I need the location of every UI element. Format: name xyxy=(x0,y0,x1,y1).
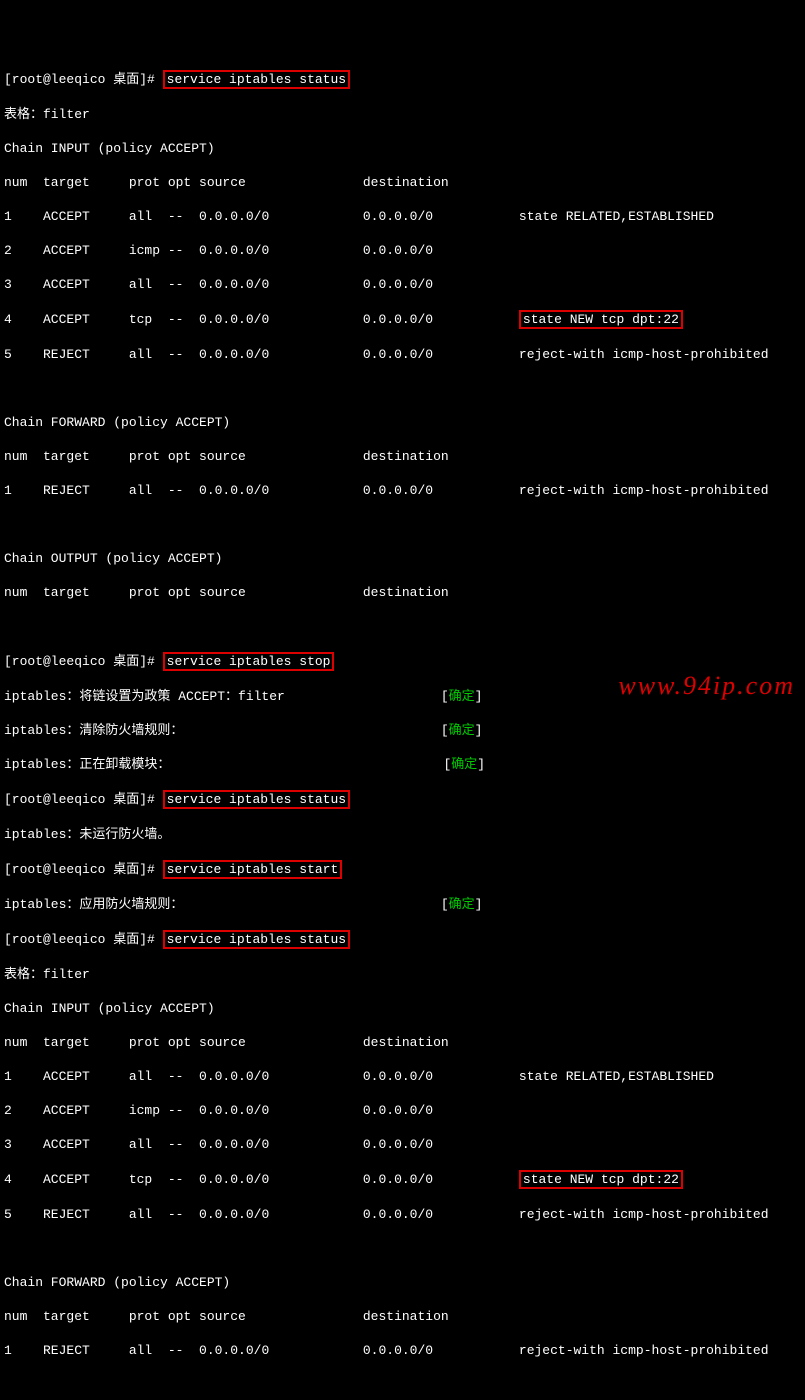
table-row: 5 REJECT all -- 0.0.0.0/0 0.0.0.0/0 reje… xyxy=(4,346,801,363)
command-stop: service iptables stop xyxy=(163,652,335,671)
chain-input-header: Chain INPUT (policy ACCEPT) xyxy=(4,140,801,157)
table-row: 3 ACCEPT all -- 0.0.0.0/0 0.0.0.0/0 xyxy=(4,276,801,293)
table-row: 4 ACCEPT tcp -- 0.0.0.0/0 0.0.0.0/0 stat… xyxy=(4,310,801,329)
watermark: www.94ip.com xyxy=(618,677,795,694)
table-row: 2 ACCEPT icmp -- 0.0.0.0/0 0.0.0.0/0 xyxy=(4,1102,801,1119)
not-running-msg: iptables：未运行防火墙。 xyxy=(4,826,801,843)
table-row: 1 ACCEPT all -- 0.0.0.0/0 0.0.0.0/0 stat… xyxy=(4,208,801,225)
table-header: 表格：filter xyxy=(4,106,801,123)
chain-input-header: Chain INPUT (policy ACCEPT) xyxy=(4,1000,801,1017)
prompt: [root@leeqico 桌面]# xyxy=(4,72,155,87)
start-msg: iptables：应用防火墙规则： [确定] xyxy=(4,896,801,913)
prompt: [root@leeqico 桌面]# xyxy=(4,932,155,947)
chain-forward-header: Chain FORWARD (policy ACCEPT) xyxy=(4,414,801,431)
table-row: 5 REJECT all -- 0.0.0.0/0 0.0.0.0/0 reje… xyxy=(4,1206,801,1223)
table-row: 1 REJECT all -- 0.0.0.0/0 0.0.0.0/0 reje… xyxy=(4,482,801,499)
table-row: 1 ACCEPT all -- 0.0.0.0/0 0.0.0.0/0 stat… xyxy=(4,1068,801,1085)
prompt: [root@leeqico 桌面]# xyxy=(4,792,155,807)
command-start: service iptables start xyxy=(163,860,343,879)
table-row: 1 REJECT all -- 0.0.0.0/0 0.0.0.0/0 reje… xyxy=(4,1342,801,1359)
table-row: 3 ACCEPT all -- 0.0.0.0/0 0.0.0.0/0 xyxy=(4,1136,801,1153)
chain-forward-header: Chain FORWARD (policy ACCEPT) xyxy=(4,1274,801,1291)
command-status-1: service iptables status xyxy=(163,70,350,89)
col-header: num target prot opt source destination xyxy=(4,1308,801,1325)
prompt: [root@leeqico 桌面]# xyxy=(4,862,155,877)
col-header: num target prot opt source destination xyxy=(4,448,801,465)
stop-msg-3: iptables：正在卸载模块： [确定] xyxy=(4,756,801,773)
highlight-port-22: state NEW tcp dpt:22 xyxy=(519,310,683,329)
stop-msg-2: iptables：清除防火墙规则： [确定] xyxy=(4,722,801,739)
command-status-2: service iptables status xyxy=(163,790,350,809)
highlight-port-22: state NEW tcp dpt:22 xyxy=(519,1170,683,1189)
prompt: [root@leeqico 桌面]# xyxy=(4,654,155,669)
col-header: num target prot opt source destination xyxy=(4,1034,801,1051)
chain-output-header: Chain OUTPUT (policy ACCEPT) xyxy=(4,550,801,567)
col-header: num target prot opt source destination xyxy=(4,174,801,191)
command-status-3: service iptables status xyxy=(163,930,350,949)
table-header: 表格：filter xyxy=(4,966,801,983)
table-row: 4 ACCEPT tcp -- 0.0.0.0/0 0.0.0.0/0 stat… xyxy=(4,1170,801,1189)
col-header: num target prot opt source destination xyxy=(4,584,801,601)
table-row: 2 ACCEPT icmp -- 0.0.0.0/0 0.0.0.0/0 xyxy=(4,242,801,259)
